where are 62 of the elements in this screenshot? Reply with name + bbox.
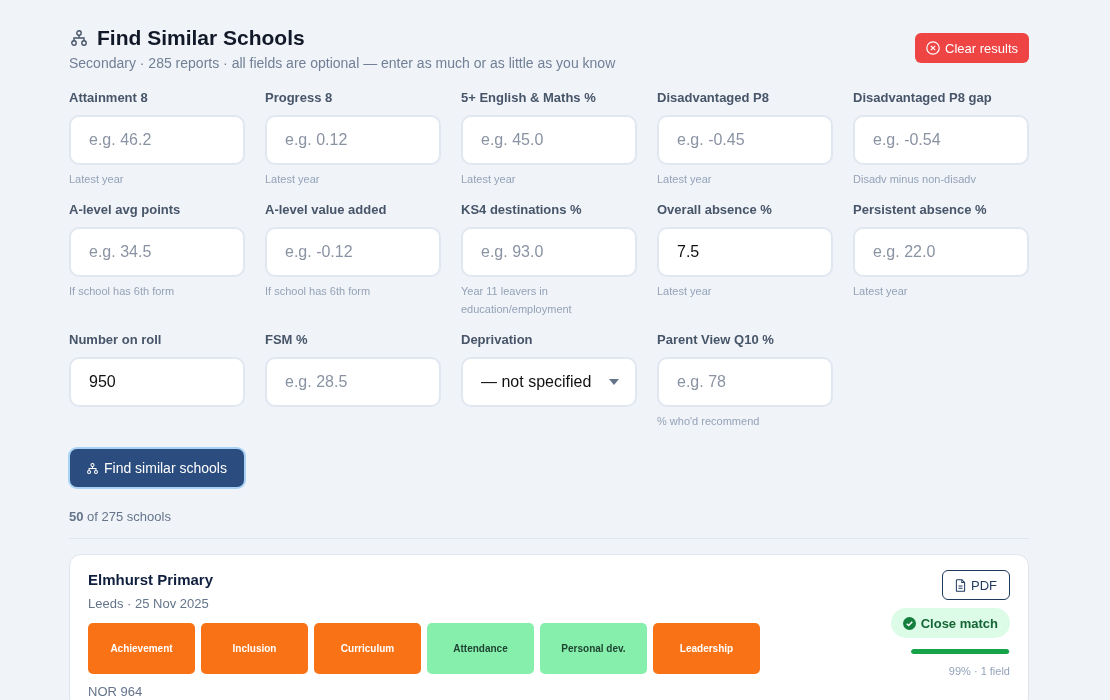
field-label: 5+ English & Maths % [461, 90, 597, 106]
input-field[interactable]: e.g. 93.0 [461, 227, 637, 277]
field-label: Attainment 8 [69, 90, 149, 106]
field-hint: If school has 6th form [69, 284, 176, 299]
input-field[interactable]: 7.5 [657, 227, 833, 277]
rating-tile: Attendance [427, 623, 534, 674]
field-label: A-level value added [265, 202, 388, 218]
field-hint: Year 11 leavers in education/employment [461, 284, 573, 317]
input-field[interactable]: e.g. 28.5 [265, 357, 441, 407]
input-field[interactable]: e.g. 0.12 [265, 115, 441, 165]
field-label: Disadvantaged P8 gap [853, 90, 993, 106]
field-label: Persistent absence % [853, 202, 988, 218]
rating-tile: Personal dev. [540, 623, 647, 674]
field-label: Parent View Q10 % [657, 332, 775, 348]
input-field[interactable]: e.g. -0.54 [853, 115, 1029, 165]
page-title: Find Similar Schools [97, 26, 305, 50]
caret-icon [609, 379, 619, 385]
field-label: Overall absence % [657, 202, 773, 218]
field-label: Progress 8 [265, 90, 334, 106]
field-hint: Latest year [657, 172, 713, 187]
pdf-button[interactable]: PDF [942, 570, 1010, 600]
field-hint: Disadv minus non-disadv [853, 172, 977, 187]
field-label: FSM % [265, 332, 309, 348]
input-field[interactable]: e.g. -0.45 [657, 115, 833, 165]
input-field[interactable]: e.g. 22.0 [853, 227, 1029, 277]
result-count: 50 of 275 schools [69, 509, 172, 525]
input-field[interactable]: e.g. 78 [657, 357, 833, 407]
field-hint: Latest year [853, 284, 909, 299]
match-label: Close match [920, 615, 998, 631]
close-circle-icon [926, 41, 941, 55]
dropdown[interactable]: — not specified [461, 357, 637, 407]
field-label: Disadvantaged P8 [657, 90, 770, 106]
hierarchy-icon [71, 30, 87, 46]
field-label: Number on roll [69, 332, 163, 348]
field-hint: Latest year [69, 172, 125, 187]
field-label: Deprivation [461, 332, 534, 348]
hierarchy-icon [87, 462, 98, 474]
input-field[interactable]: e.g. -0.12 [265, 227, 441, 277]
rating-tile: Inclusion [201, 623, 308, 674]
check-circle-icon [902, 616, 916, 630]
field-label: A-level avg points [69, 202, 182, 218]
input-field[interactable]: e.g. 46.2 [69, 115, 245, 165]
input-field[interactable]: e.g. 45.0 [461, 115, 637, 165]
document-icon [955, 578, 966, 592]
input-field[interactable]: e.g. 34.5 [69, 227, 245, 277]
field-hint: If school has 6th form [265, 284, 372, 299]
subtitle: Secondary · 285 reports · all fields are optional — enter as much or as little as you know [69, 54, 616, 72]
field-label: KS4 destinations % [461, 202, 583, 218]
rating-tile: Curriculum [314, 623, 421, 674]
match-caption: 99% · 1 field [948, 664, 1010, 678]
rating-tile: Leadership [653, 623, 760, 674]
field-hint: Latest year [265, 172, 321, 187]
nor-text: NOR 964 [88, 683, 144, 700]
field-hint: Latest year [461, 172, 517, 187]
find-similar-button[interactable]: Find similar schools [70, 449, 244, 487]
clear-results-button[interactable]: Clear results [915, 33, 1029, 63]
field-hint: % who'd recommend [657, 414, 761, 429]
rating-tile: Achievement [88, 623, 195, 674]
school-name: Elmhurst Primary [88, 570, 215, 590]
school-meta: Leeds · 25 Nov 2025 [88, 595, 210, 613]
field-hint: Latest year [657, 284, 713, 299]
input-field[interactable]: 950 [69, 357, 245, 407]
